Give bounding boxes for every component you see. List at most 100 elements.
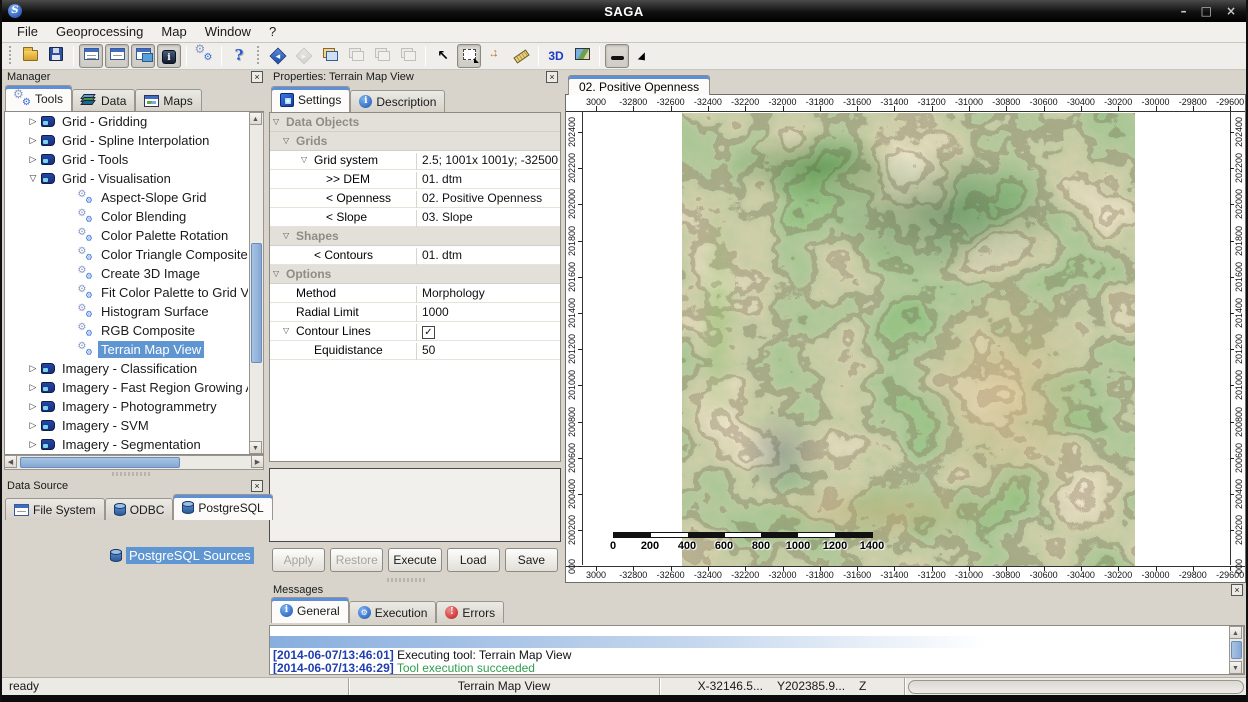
tree-item-fit-color-palette-to-grid-values[interactable]: ⚙⚙Fit Color Palette to Grid Values [5, 283, 248, 302]
toggle-manager-panel-button[interactable] [79, 44, 103, 68]
menu-item-window[interactable]: Window [196, 22, 260, 42]
expander-icon[interactable]: ▷ [27, 420, 39, 431]
map-canvas[interactable]: 0200400600800100012001400 3000-32800-326… [565, 94, 1246, 583]
help-button[interactable]: ? [227, 44, 251, 68]
tree-item-imagery-segmentation[interactable]: ▷Imagery - Segmentation [5, 435, 248, 454]
open-file-button[interactable] [18, 44, 42, 68]
expander-icon[interactable]: ▽ [273, 270, 279, 278]
tree-item-imagery-svm[interactable]: ▷Imagery - SVM [5, 416, 248, 435]
toggle-messages-panel-button[interactable]: i [157, 44, 181, 68]
prop-value-openness[interactable]: 02. Positive Openness [416, 191, 560, 208]
view-3d-button[interactable]: 3D [544, 44, 568, 68]
messages-vscrollbar[interactable]: ▲ ▼ [1229, 626, 1244, 674]
prop-row-slope[interactable]: < Slope03. Slope [270, 208, 560, 227]
expander-icon[interactable]: ▷ [27, 363, 39, 374]
expander-icon[interactable]: ▷ [27, 401, 39, 412]
messages-tab-errors[interactable]: !Errors [436, 601, 504, 623]
prop-row-shapes[interactable]: ▽Shapes [270, 227, 560, 246]
data-source-tab-postgresql[interactable]: PostgreSQL [173, 494, 272, 520]
zoom-previous-button[interactable]: ◂ [266, 44, 290, 68]
execute-button[interactable]: Execute [388, 548, 441, 572]
tree-vscrollbar[interactable]: ▲ ▼ [249, 112, 264, 454]
pan-tool-button[interactable]: ↔↕ [483, 44, 507, 68]
pointer-tool-button[interactable]: ↖ [431, 44, 455, 68]
tree-item-color-blending[interactable]: ⚙⚙Color Blending [5, 207, 248, 226]
log-selected-row[interactable] [270, 636, 1228, 648]
close-button[interactable]: × [1226, 0, 1236, 22]
prop-value-method[interactable]: Morphology [416, 286, 560, 303]
save-button[interactable]: Save [505, 548, 558, 572]
tree-item-grid-gridding[interactable]: ▷Grid - Gridding [5, 112, 248, 131]
close-icon[interactable] [546, 71, 558, 83]
prop-row-radial-limit[interactable]: Radial Limit1000 [270, 303, 560, 322]
expander-icon[interactable]: ▷ [27, 135, 39, 146]
prop-row-grid-system[interactable]: ▽Grid system2.5; 1001x 1001y; -32500 [270, 151, 560, 170]
prop-value-dem[interactable]: 01. dtm [416, 172, 560, 189]
menu-item-help[interactable]: ? [260, 22, 285, 42]
prop-row-equidistance[interactable]: Equidistance50 [270, 341, 560, 360]
expander-icon[interactable]: ▷ [27, 154, 39, 165]
close-icon[interactable] [251, 71, 263, 83]
messages-tab-general[interactable]: iGeneral [271, 597, 349, 623]
expander-icon[interactable]: ▷ [27, 382, 39, 393]
tree-item-imagery-fast-region-growing-alg[interactable]: ▷Imagery - Fast Region Growing Alg [5, 378, 248, 397]
tree-item-rgb-composite[interactable]: ⚙⚙RGB Composite [5, 321, 248, 340]
data-source-item-postgresql-sources[interactable]: PostgreSQL Sources [108, 546, 254, 565]
tree-item-histogram-surface[interactable]: ⚙⚙Histogram Surface [5, 302, 248, 321]
menu-item-map[interactable]: Map [152, 22, 195, 42]
toggle-properties-panel-button[interactable] [105, 44, 129, 68]
manager-tab-tools[interactable]: ⚙⚙Tools [5, 85, 72, 111]
tree-item-grid-visualisation[interactable]: ▽Grid - Visualisation [5, 169, 248, 188]
toolbar-grip[interactable] [7, 46, 14, 66]
expander-icon[interactable]: ▽ [283, 137, 289, 145]
toolbar-grip[interactable] [255, 46, 262, 66]
tree-item-grid-spline-interpolation[interactable]: ▷Grid - Spline Interpolation [5, 131, 248, 150]
splitter-handle[interactable] [387, 578, 427, 582]
prop-value-grid-system[interactable]: 2.5; 1001x 1001y; -32500 [416, 153, 560, 170]
messages-tab-execution[interactable]: ⚙Execution [349, 601, 437, 623]
properties-tab-settings[interactable]: Settings [271, 86, 350, 112]
prop-row-grids[interactable]: ▽Grids [270, 132, 560, 151]
expander-icon[interactable]: ▽ [273, 118, 279, 126]
splitter-handle[interactable] [112, 472, 152, 476]
tree-item-imagery-photogrammetry[interactable]: ▷Imagery - Photogrammetry [5, 397, 248, 416]
prop-row-dem[interactable]: >> DEM01. dtm [270, 170, 560, 189]
manager-tab-maps[interactable]: Maps [135, 89, 201, 111]
tree-item-color-triangle-composite[interactable]: ⚙⚙Color Triangle Composite [5, 245, 248, 264]
prop-row-method[interactable]: MethodMorphology [270, 284, 560, 303]
tool-manager-button[interactable]: ⚙⚙ [192, 44, 216, 68]
tree-hscrollbar[interactable]: ◀ ▶ [4, 455, 264, 470]
measure-tool-button[interactable] [509, 44, 533, 68]
expander-icon[interactable]: ▽ [283, 232, 289, 240]
map-tab[interactable]: 02. Positive Openness [568, 75, 710, 95]
prop-row-data-objects[interactable]: ▽Data Objects [270, 113, 560, 132]
prop-value-slope[interactable]: 03. Slope [416, 210, 560, 227]
prop-row-contour-lines[interactable]: ▽Contour Lines✓ [270, 322, 560, 341]
data-source-tab-odbc[interactable]: ODBC [105, 498, 174, 520]
save-button[interactable] [44, 44, 68, 68]
tree-item-grid-tools[interactable]: ▷Grid - Tools [5, 150, 248, 169]
tree-item-color-palette-rotation[interactable]: ⚙⚙Color Palette Rotation [5, 226, 248, 245]
prop-value-contours[interactable]: 01. dtm [416, 248, 560, 265]
save-map-image-button[interactable] [570, 44, 594, 68]
north-arrow-button[interactable]: ▲ [631, 44, 655, 68]
zoom-tool-button[interactable] [457, 44, 481, 68]
prop-row-contours[interactable]: < Contours01. dtm [270, 246, 560, 265]
prop-row-openness[interactable]: < Openness02. Positive Openness [270, 189, 560, 208]
profile-line-button[interactable] [605, 44, 629, 68]
expander-icon[interactable]: ▷ [27, 439, 39, 450]
tree-item-imagery-classification[interactable]: ▷Imagery - Classification [5, 359, 248, 378]
menu-item-geoprocessing[interactable]: Geoprocessing [47, 22, 152, 42]
menu-item-file[interactable]: File [8, 22, 47, 42]
data-source-tab-file-system[interactable]: File System [5, 498, 105, 520]
properties-tab-description[interactable]: iDescription [350, 90, 445, 112]
close-icon[interactable] [251, 480, 263, 492]
prop-value-radial-limit[interactable]: 1000 [416, 305, 560, 322]
expander-icon[interactable]: ▽ [301, 156, 307, 164]
expander-icon[interactable]: ▽ [27, 173, 39, 184]
expander-icon[interactable]: ▽ [283, 327, 289, 335]
maximize-button[interactable]: □ [1201, 0, 1212, 22]
tree-item-aspect-slope-grid[interactable]: ⚙⚙Aspect-Slope Grid [5, 188, 248, 207]
prop-value-contour-lines[interactable]: ✓ [416, 324, 560, 341]
load-settings-button[interactable] [318, 44, 342, 68]
